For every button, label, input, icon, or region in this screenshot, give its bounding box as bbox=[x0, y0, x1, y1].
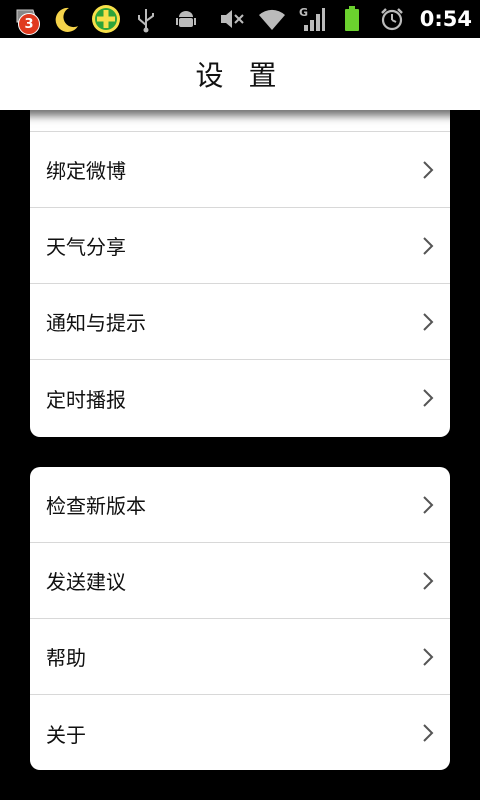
settings-group-1-top-edge bbox=[30, 110, 450, 132]
title-bar: 设 置 bbox=[0, 38, 480, 110]
signal-icon: G bbox=[296, 3, 328, 35]
alarm-icon bbox=[376, 3, 408, 35]
chevron-right-icon bbox=[422, 570, 436, 592]
chevron-right-icon bbox=[422, 722, 436, 744]
settings-item-send-feedback[interactable]: 发送建议 bbox=[30, 543, 450, 619]
network-type-label: G bbox=[299, 6, 308, 19]
battery-icon bbox=[336, 3, 368, 35]
clock-time: 0:54 bbox=[419, 7, 472, 31]
usb-icon bbox=[130, 3, 162, 35]
status-icons-right: G 0:54 bbox=[216, 3, 472, 35]
settings-item-check-update[interactable]: 检查新版本 bbox=[30, 467, 450, 543]
status-bar: 3 G 0:54 bbox=[0, 0, 480, 38]
settings-item-label: 绑定微博 bbox=[46, 159, 126, 183]
mute-icon bbox=[216, 3, 248, 35]
settings-item-scheduled-broadcast[interactable]: 定时播报 bbox=[30, 360, 450, 436]
wifi-icon bbox=[256, 3, 288, 35]
settings-list[interactable]: 绑定微博 天气分享 通知与提示 定时播报 检查新版本 发送建议 帮助 关于 bbox=[0, 110, 480, 800]
360-plus-icon bbox=[90, 3, 122, 35]
chevron-right-icon bbox=[422, 387, 436, 409]
chevron-right-icon bbox=[422, 235, 436, 257]
chevron-right-icon bbox=[422, 159, 436, 181]
settings-item-label: 检查新版本 bbox=[46, 494, 146, 518]
settings-item-label: 定时播报 bbox=[46, 387, 126, 412]
chevron-right-icon bbox=[422, 311, 436, 333]
settings-item-weather-share[interactable]: 天气分享 bbox=[30, 208, 450, 284]
android-debug-icon bbox=[170, 3, 202, 35]
settings-item-notifications[interactable]: 通知与提示 bbox=[30, 284, 450, 360]
settings-item-label: 帮助 bbox=[46, 646, 86, 670]
app-notification-icon: 3 bbox=[10, 3, 42, 35]
status-icons-left: 3 bbox=[10, 3, 202, 35]
chevron-right-icon bbox=[422, 494, 436, 516]
notification-count-badge: 3 bbox=[18, 13, 40, 35]
settings-item-label: 通知与提示 bbox=[46, 311, 146, 335]
settings-item-label: 发送建议 bbox=[46, 570, 126, 594]
settings-item-about[interactable]: 关于 bbox=[30, 695, 450, 770]
settings-item-help[interactable]: 帮助 bbox=[30, 619, 450, 695]
page-title: 设 置 bbox=[195, 59, 285, 92]
settings-item-bind-weibo[interactable]: 绑定微博 bbox=[30, 132, 450, 208]
chevron-right-icon bbox=[422, 646, 436, 668]
settings-group-1: 绑定微博 天气分享 通知与提示 定时播报 bbox=[30, 110, 450, 437]
settings-item-label: 关于 bbox=[46, 722, 86, 747]
moon-icon bbox=[50, 3, 82, 35]
settings-item-label: 天气分享 bbox=[46, 235, 126, 259]
settings-group-2: 检查新版本 发送建议 帮助 关于 bbox=[30, 467, 450, 770]
